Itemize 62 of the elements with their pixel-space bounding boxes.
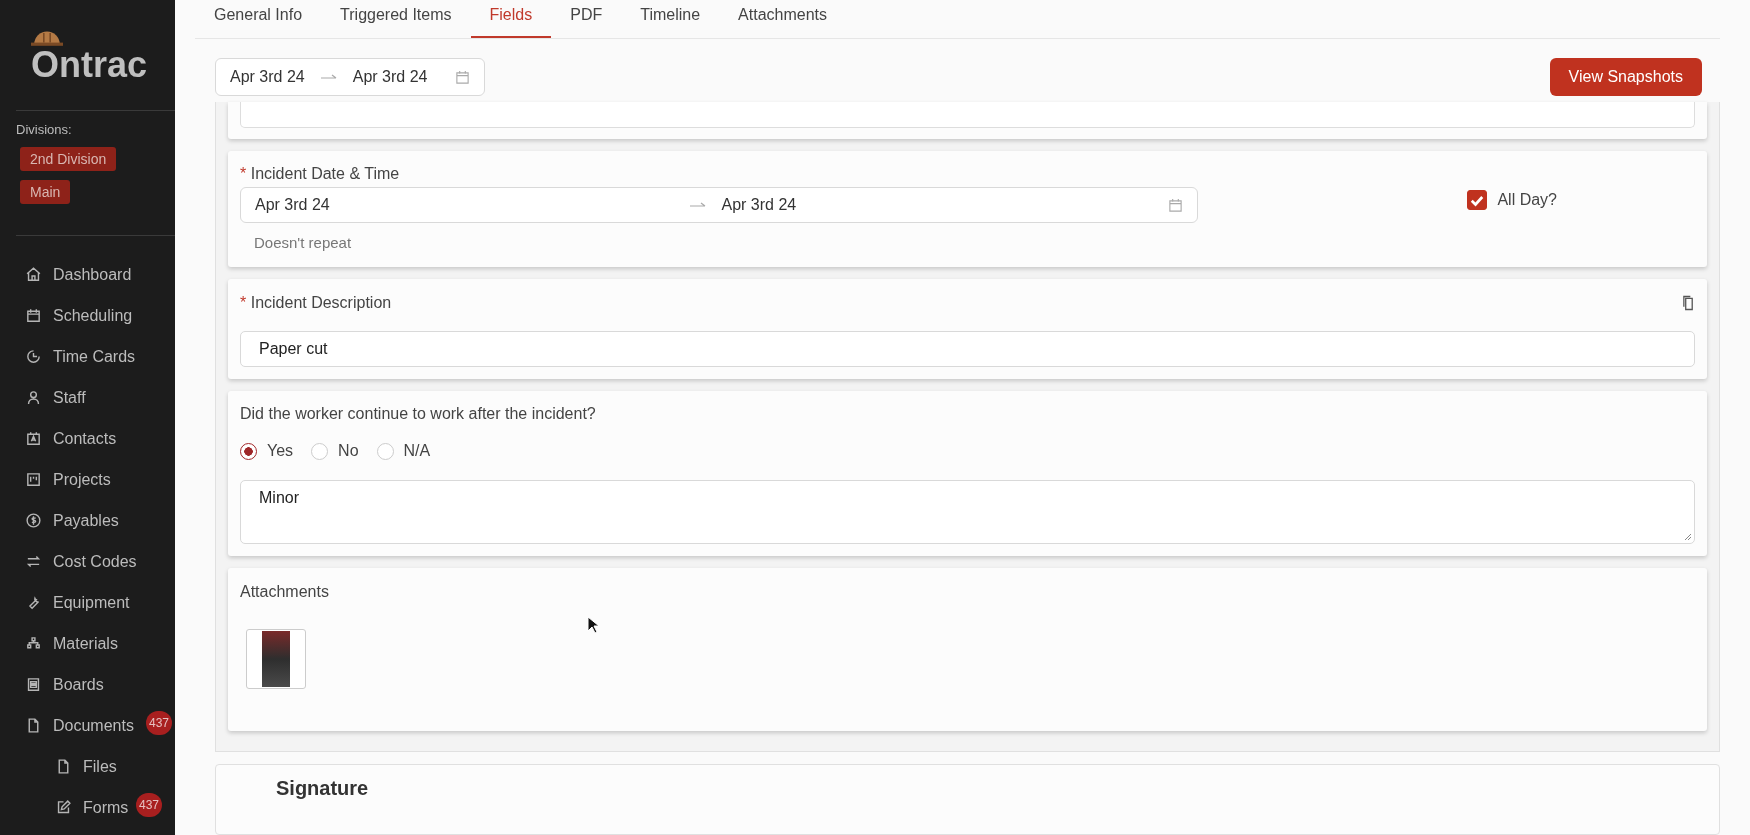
divisions-label: Divisions: <box>15 121 73 139</box>
calendar-icon <box>1168 197 1183 213</box>
nav-item[interactable]: Equipment <box>0 582 175 623</box>
arrow-icon <box>689 201 706 209</box>
nav-icon <box>55 799 72 816</box>
checkbox-label: All Day? <box>1497 191 1557 209</box>
nav-icon <box>25 512 42 529</box>
nav-icon <box>25 307 42 324</box>
radio-option[interactable]: Yes <box>240 442 294 460</box>
tab[interactable]: Attachments <box>719 0 846 38</box>
copy-icon[interactable] <box>1682 295 1695 311</box>
radio-option[interactable]: N/A <box>376 442 431 460</box>
date-range-field[interactable]: Apr 3rd 24 Apr 3rd 24 <box>240 187 1198 223</box>
nav-item[interactable]: Projects <box>0 459 175 500</box>
photo-placeholder <box>262 631 290 687</box>
tab[interactable]: PDF <box>551 0 622 38</box>
nav-item[interactable]: Documents 437 <box>0 705 175 746</box>
logo-text: Ontrac <box>31 44 148 86</box>
resize-grip-icon[interactable] <box>1684 533 1692 541</box>
nav-icon <box>25 676 42 693</box>
tab[interactable]: Fields <box>470 0 552 38</box>
nav-item[interactable]: Payables <box>0 500 175 541</box>
nav-item[interactable]: Contacts <box>0 418 175 459</box>
arrow-icon <box>320 73 337 81</box>
field-label: Attachments <box>240 583 329 600</box>
notes-field[interactable]: Minor <box>240 480 1695 544</box>
nav-item[interactable]: Time Cards <box>0 336 175 377</box>
calendar-icon <box>455 69 471 85</box>
radio-button[interactable] <box>240 442 257 460</box>
nav-icon <box>25 553 42 570</box>
nav-icon <box>25 430 42 447</box>
field-label: * Incident Description <box>240 294 392 312</box>
checkbox[interactable] <box>1467 190 1488 210</box>
nav-item[interactable]: Cost Codes <box>0 541 175 582</box>
text-field[interactable]: Paper cut <box>240 331 1695 367</box>
tab[interactable]: General Info <box>195 0 322 38</box>
nav-item[interactable]: Scheduling <box>0 295 175 336</box>
question-text: Did the worker continue to work after the incident? <box>240 405 596 422</box>
tab[interactable]: Triggered Items <box>321 0 471 38</box>
count-badge: 437 <box>146 711 173 735</box>
division-tag[interactable]: Main <box>20 180 71 204</box>
nav-item[interactable]: Materials <box>0 623 175 664</box>
count-badge: 437 <box>136 793 163 817</box>
field-label: * Incident Date & Time <box>240 165 401 183</box>
date-range-field[interactable]: Apr 3rd 24 Apr 3rd 24 <box>215 58 486 96</box>
attachment-thumbnail[interactable] <box>246 629 306 689</box>
radio-option[interactable]: No <box>311 442 359 460</box>
nav-item[interactable]: Files <box>0 746 175 787</box>
nav-icon <box>25 471 42 488</box>
division-tag[interactable]: 2nd Division <box>20 147 117 171</box>
nav-icon <box>25 389 42 406</box>
tab[interactable]: Timeline <box>621 0 720 38</box>
nav-icon <box>25 348 42 365</box>
section-title: Signature <box>276 777 369 799</box>
nav-item[interactable]: Boards <box>0 664 175 705</box>
nav-item[interactable]: Dashboard <box>0 254 175 295</box>
view-snapshots-button[interactable]: View Snapshots <box>1549 58 1702 96</box>
cursor-icon <box>587 616 599 634</box>
nav-item[interactable]: Staff <box>0 377 175 418</box>
nav-icon <box>25 266 42 283</box>
repeat-text[interactable]: Doesn't repeat <box>240 227 1198 251</box>
nav-item[interactable]: Forms 437 <box>0 787 175 828</box>
